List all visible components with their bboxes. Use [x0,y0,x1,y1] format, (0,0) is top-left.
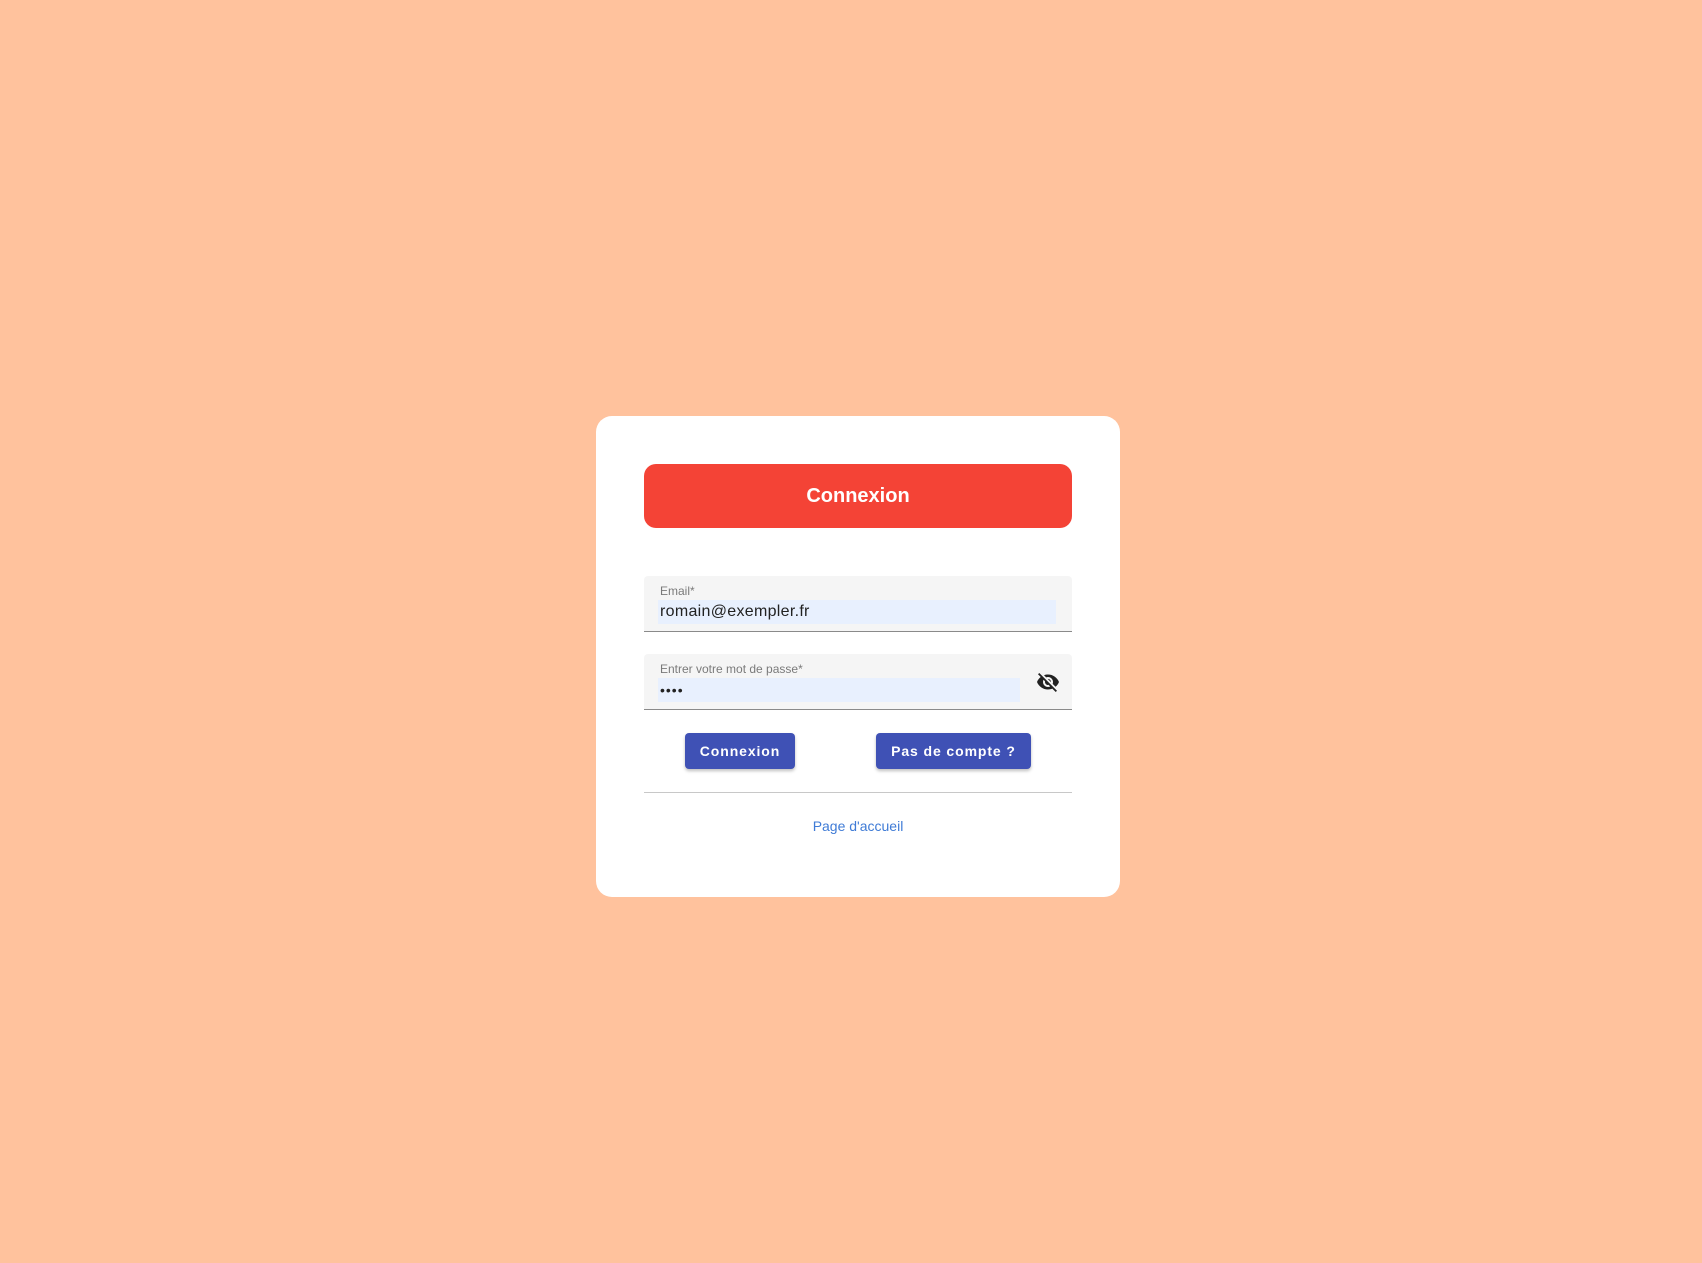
email-field[interactable]: Email* romain@exempler.fr [644,576,1072,632]
login-button[interactable]: Connexion [685,733,795,769]
register-button[interactable]: Pas de compte ? [876,733,1031,769]
password-input[interactable]: •••• [658,678,1020,702]
email-input[interactable]: romain@exempler.fr [658,600,1056,624]
login-card: Connexion Email* romain@exempler.fr Entr… [596,416,1120,897]
divider [644,792,1072,793]
card-title: Connexion [644,464,1072,528]
email-field-label: Email* [660,584,695,598]
home-link[interactable]: Page d'accueil [596,818,1120,834]
password-field[interactable]: Entrer votre mot de passe* •••• [644,654,1072,710]
eye-off-icon[interactable] [1034,668,1062,696]
password-field-label: Entrer votre mot de passe* [660,662,803,676]
